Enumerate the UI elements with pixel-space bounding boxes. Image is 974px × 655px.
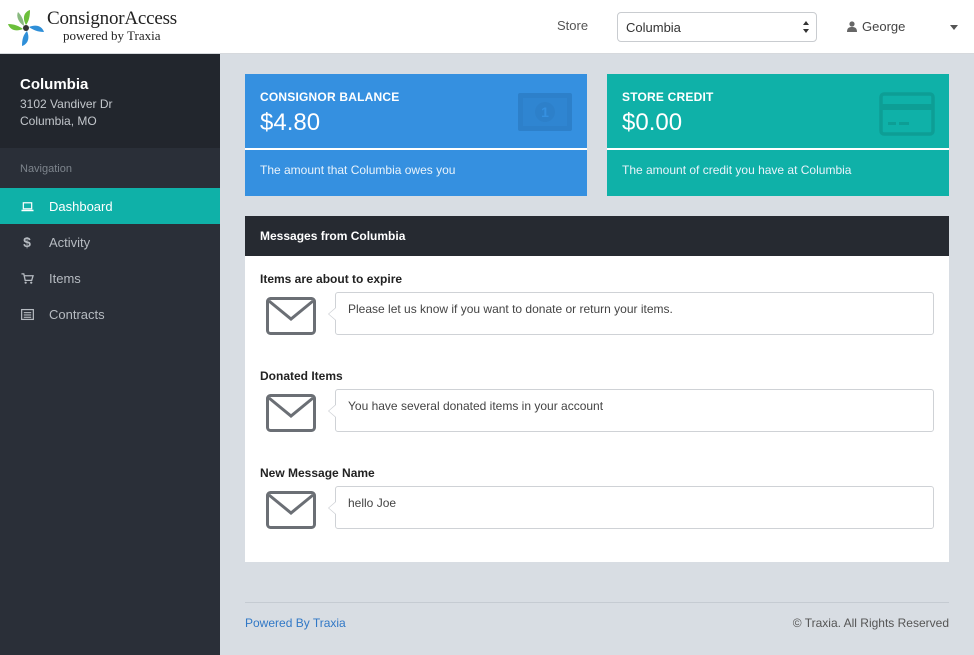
nav-heading: Navigation [20,163,72,175]
message-body: hello Joe [328,486,934,529]
store-info: Columbia 3102 Vandiver Dr Columbia, MO [0,54,220,148]
message-title: New Message Name [260,466,375,480]
svg-text:1: 1 [541,104,549,120]
copyright-text: © Traxia. All Rights Reserved [792,616,949,630]
sidebar-item-dashboard[interactable]: Dashboard [0,188,220,224]
envelope-icon [266,491,316,529]
store-select[interactable]: Columbia [617,12,817,42]
message-title: Donated Items [260,369,343,383]
dollar-icon: $ [23,234,31,250]
card-description: The amount that Columbia owes you [260,163,456,177]
cart-icon [20,271,34,285]
laptop-icon [20,199,34,213]
message-item: Donated Items You have several donated i… [260,369,934,459]
messages-panel: Messages from Columbia Items are about t… [245,216,949,562]
select-arrows-icon [803,21,809,33]
sidebar-item-label: Items [49,270,81,286]
store-address: 3102 Vandiver Dr Columbia, MO [20,96,220,130]
message-title: Items are about to expire [260,272,403,286]
messages-panel-title: Messages from Columbia [245,216,949,256]
consignor-balance-card: Consignor Balance $4.80 1 The amount tha… [245,74,587,196]
sidebar-item-contracts[interactable]: Contracts [0,296,220,332]
user-icon [847,21,857,32]
credit-card-icon [879,92,935,136]
sidebar-item-label: Contracts [49,306,105,322]
brand-tagline: powered by Traxia [63,28,161,43]
card-header: Store Credit $0.00 [607,74,949,150]
user-menu[interactable]: George [847,19,905,34]
sidebar-item-label: Activity [49,234,91,250]
money-bill-icon: 1 [518,93,572,131]
store-credit-card: Store Credit $0.00 The amount of credit … [607,74,949,196]
user-menu-caret-icon[interactable] [950,25,958,30]
store-label: Store [557,18,589,33]
footer-divider [245,602,949,603]
store-select-value: Columbia [626,20,681,35]
card-description: The amount of credit you have at Columbi… [622,163,852,177]
list-icon [20,307,34,321]
message-body: Please let us know if you want to donate… [328,292,934,335]
sidebar-item-items[interactable]: Items [0,260,220,296]
message-body: You have several donated items in your a… [328,389,934,432]
brand-name: ConsignorAccess [47,8,177,29]
address-line-1: 3102 Vandiver Dr [20,97,113,111]
sidebar-item-label: Dashboard [49,198,113,214]
brand-logo[interactable]: ConsignorAccess powered by Traxia [6,6,186,48]
top-header: ConsignorAccess powered by Traxia Store … [0,0,974,54]
card-header: Consignor Balance $4.80 1 [245,74,587,150]
message-item: Items are about to expire Please let us … [260,272,934,362]
address-line-2: Columbia, MO [20,114,97,128]
envelope-icon [266,297,316,335]
sidebar-store-name: Columbia [20,76,89,93]
sidebar-item-activity[interactable]: $ Activity [0,224,220,260]
powered-by-link[interactable]: Powered By Traxia [245,616,346,630]
envelope-icon [266,394,316,432]
logo-mark-icon [8,10,44,46]
message-item: New Message Name hello Joe [260,466,934,556]
user-name: George [862,19,906,34]
sidebar: Columbia 3102 Vandiver Dr Columbia, MO N… [0,54,220,655]
